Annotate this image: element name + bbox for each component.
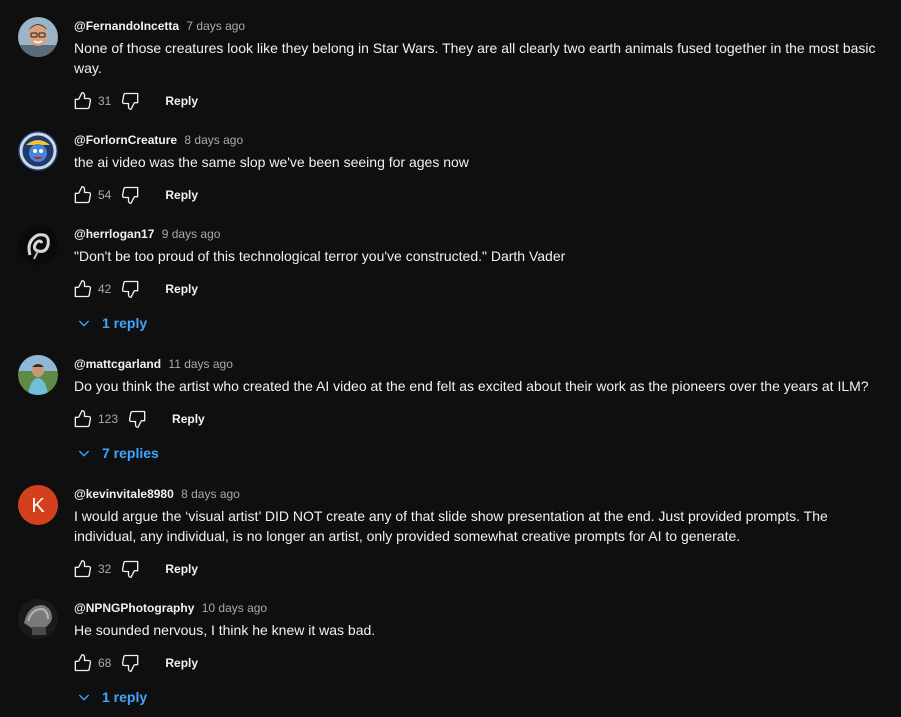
comment-body: @ForlornCreature 8 days ago the ai video… — [74, 131, 893, 211]
comment-text: He sounded nervous, I think he knew it w… — [74, 622, 376, 638]
reply-button[interactable]: Reply — [172, 412, 205, 426]
avatar[interactable] — [18, 355, 58, 395]
comment-text: "Don't be too proud of this technologica… — [74, 248, 566, 264]
like-icon[interactable] — [72, 91, 92, 111]
avatar[interactable] — [18, 17, 58, 57]
comment-body: @kevinvitale8980 8 days ago I would argu… — [74, 485, 893, 585]
comment-author[interactable]: @ForlornCreature — [74, 133, 177, 147]
dislike-icon[interactable] — [121, 91, 141, 111]
dislike-icon[interactable] — [128, 409, 148, 429]
avatar[interactable] — [18, 131, 58, 171]
avatar-letter: K — [31, 495, 45, 517]
replies-count: 7 replies — [102, 445, 159, 461]
like-count: 31 — [98, 94, 112, 108]
like-count: 42 — [98, 282, 112, 296]
like-icon[interactable] — [72, 559, 92, 579]
replies-count: 1 reply — [102, 315, 148, 331]
like-icon[interactable] — [72, 185, 92, 205]
reply-button[interactable]: Reply — [165, 562, 198, 576]
comment-body: @FernandoIncetta 7 days ago None of thos… — [74, 17, 893, 117]
comment-timestamp[interactable]: 8 days ago — [184, 133, 243, 147]
replies-count: 1 reply — [102, 689, 148, 705]
comment-timestamp[interactable]: 8 days ago — [181, 487, 240, 501]
comment-author[interactable]: @mattcgarland — [74, 357, 161, 371]
dislike-icon[interactable] — [121, 279, 141, 299]
comment-timestamp[interactable]: 11 days ago — [168, 357, 233, 371]
view-replies-button[interactable]: 1 reply — [76, 681, 893, 713]
dislike-icon[interactable] — [121, 653, 141, 673]
like-icon[interactable] — [72, 279, 92, 299]
comment-text: None of those creatures look like they b… — [74, 40, 876, 76]
like-icon[interactable] — [72, 653, 92, 673]
chevron-down-icon — [78, 450, 90, 457]
view-replies-button[interactable]: 7 replies — [76, 437, 893, 469]
avatar[interactable] — [18, 599, 58, 639]
comment-body: @herrlogan17 9 days ago "Don't be too pr… — [74, 225, 893, 339]
comment-timestamp[interactable]: 7 days ago — [186, 19, 245, 33]
chevron-down-icon — [78, 320, 90, 327]
comment-text: Do you think the artist who created the … — [74, 378, 869, 394]
chevron-down-icon — [78, 694, 90, 701]
dislike-icon[interactable] — [121, 185, 141, 205]
comment-text: the ai video was the same slop we've bee… — [74, 154, 469, 170]
comment-text: I would argue the ‘visual artist’ DID NO… — [74, 508, 828, 544]
comment-author[interactable]: @FernandoIncetta — [74, 19, 179, 33]
comment-author[interactable]: @NPNGPhotography — [74, 601, 194, 615]
like-count: 54 — [98, 188, 112, 202]
reply-button[interactable]: Reply — [165, 282, 198, 296]
comment-author[interactable]: @kevinvitale8980 — [74, 487, 174, 501]
reply-button[interactable]: Reply — [165, 656, 198, 670]
comment-timestamp[interactable]: 10 days ago — [202, 601, 267, 615]
view-replies-button[interactable]: 1 reply — [76, 307, 893, 339]
avatar[interactable] — [18, 225, 58, 265]
comment-body: @mattcgarland 11 days ago Do you think t… — [74, 355, 893, 469]
reply-button[interactable]: Reply — [165, 188, 198, 202]
comment-body: @NPNGPhotography 10 days ago He sounded … — [74, 599, 893, 713]
comment-timestamp[interactable]: 9 days ago — [162, 227, 221, 241]
like-count: 123 — [98, 412, 119, 426]
dislike-icon[interactable] — [121, 559, 141, 579]
like-count: 32 — [98, 562, 112, 576]
reply-button[interactable]: Reply — [165, 94, 198, 108]
like-count: 68 — [98, 656, 112, 670]
comment-author[interactable]: @herrlogan17 — [74, 227, 154, 241]
avatar[interactable]: K — [18, 485, 58, 525]
like-icon[interactable] — [72, 409, 92, 429]
